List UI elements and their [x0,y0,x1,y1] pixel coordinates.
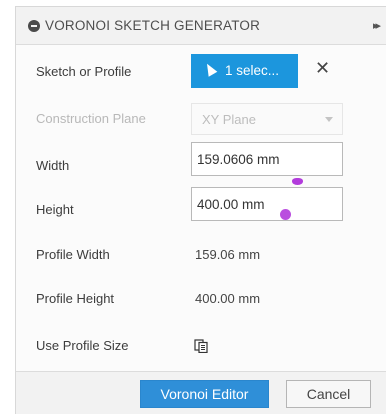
width-manipulator-handle[interactable] [292,178,303,185]
dialog-footer: Voronoi Editor Cancel [16,371,386,414]
height-manipulator-handle[interactable] [280,209,291,220]
selection-count-label: 1 selec... [225,63,280,78]
double-chevron-right-icon[interactable]: ▸▸ [373,19,381,32]
close-icon[interactable]: ✕ [315,58,330,79]
sketch-or-profile-label: Sketch or Profile [36,64,132,79]
profile-height-value: 400.00 mm [195,291,261,306]
dialog-title: VORONOI SKETCH GENERATOR [45,18,261,33]
width-label: Width [36,158,70,173]
cancel-button[interactable]: Cancel [286,380,371,408]
cursor-arrow-icon [202,61,218,77]
profile-width-label: Profile Width [36,247,110,262]
width-input[interactable] [191,142,343,176]
height-input[interactable] [191,187,343,221]
construction-plane-value: XY Plane [202,112,256,127]
height-label: Height [36,202,74,217]
profile-width-value: 159.06 mm [195,247,261,262]
collapse-dot-icon[interactable] [28,20,40,32]
dialog-titlebar[interactable]: VORONOI SKETCH GENERATOR ▸▸ [16,7,386,45]
voronoi-editor-button[interactable]: Voronoi Editor [140,380,269,408]
sketch-or-profile-selection-button[interactable]: 1 selec... [191,54,298,88]
use-profile-size-label: Use Profile Size [36,338,129,353]
construction-plane-dropdown: XY Plane [191,103,343,135]
copy-dimensions-icon[interactable] [194,339,208,353]
profile-height-label: Profile Height [36,291,115,306]
construction-plane-label: Construction Plane [36,111,146,126]
chevron-down-icon [325,117,333,122]
voronoi-sketch-generator-dialog: VORONOI SKETCH GENERATOR ▸▸ Sketch or Pr… [15,6,386,414]
